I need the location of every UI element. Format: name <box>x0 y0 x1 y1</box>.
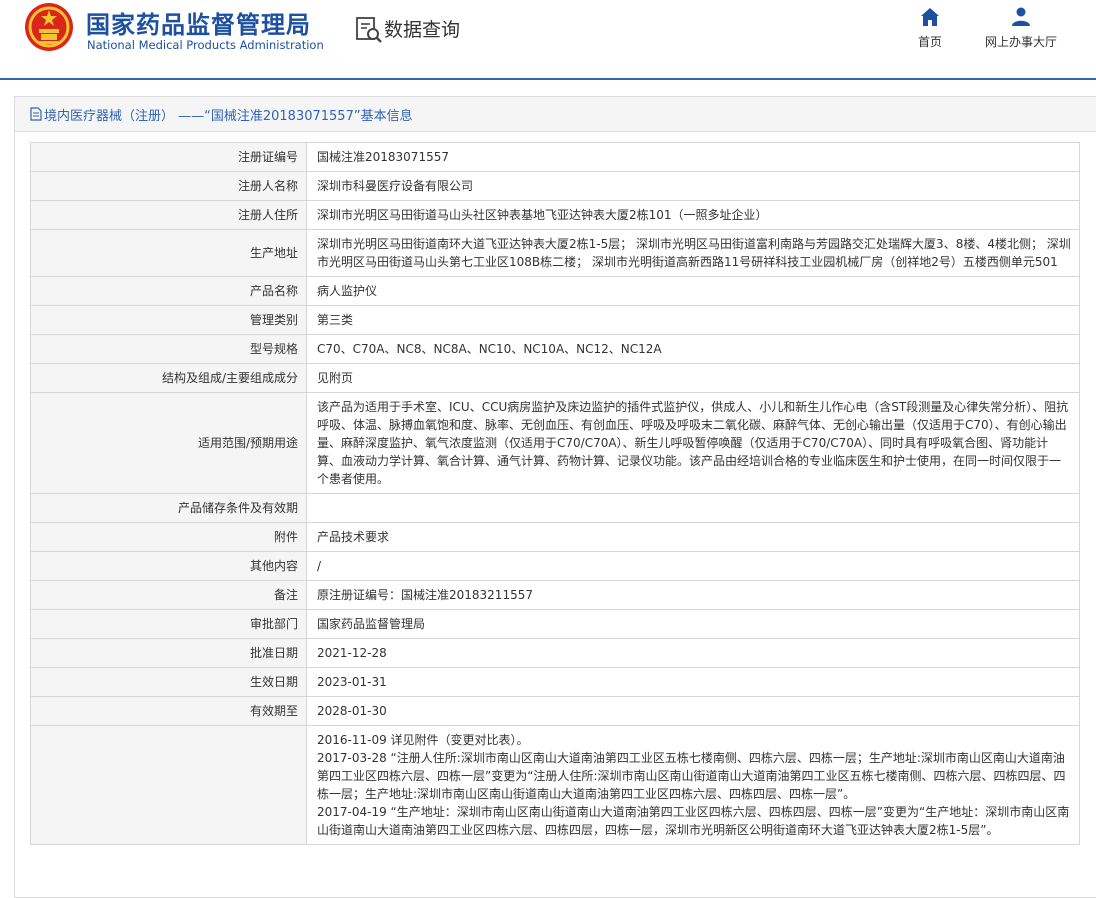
field-label: 型号规格 <box>30 334 307 364</box>
field-value: 深圳市光明区马田街道南环大道飞亚达钟表大厦2栋1-5层； 深圳市光明区马田街道富… <box>306 229 1080 277</box>
field-label <box>30 725 307 845</box>
table-row: 生效日期 2023-01-31 <box>30 667 1080 697</box>
field-label: 有效期至 <box>30 696 307 726</box>
table-row: 产品名称 病人监护仪 <box>30 276 1080 306</box>
change-history-entry: 2017-03-28 “注册人住所:深圳市南山区南山大道南油第四工业区五栋七楼南… <box>317 751 1066 801</box>
field-value: 病人监护仪 <box>306 276 1080 306</box>
breadcrumb: 境内医疗器械（注册） ——“国械注准20183071557”基本信息 <box>15 97 1096 132</box>
user-icon <box>1012 7 1030 26</box>
field-label: 注册人名称 <box>30 171 307 201</box>
field-value: 国械注准20183071557 <box>306 142 1080 172</box>
section-title: 数据查询 <box>384 19 461 41</box>
field-value: 深圳市光明区马田街道马山头社区钟表基地飞亚达钟表大厦2栋101（一照多址企业） <box>306 200 1080 230</box>
site-header: 国家药品监督管理局 National Medical Products Admi… <box>0 0 1096 78</box>
field-value: 国家药品监督管理局 <box>306 609 1080 639</box>
field-label: 结构及组成/主要组成成分 <box>30 363 307 393</box>
header-divider <box>0 78 1096 80</box>
table-row: 注册证编号 国械注准20183071557 <box>30 142 1080 172</box>
field-value: 2023-01-31 <box>306 667 1080 697</box>
change-history-row: 2016-11-09 详见附件（变更对比表）。 2017-03-28 “注册人住所… <box>30 725 1080 845</box>
field-value: 产品技术要求 <box>306 522 1080 552</box>
field-label: 生产地址 <box>30 229 307 277</box>
table-row: 批准日期 2021-12-28 <box>30 638 1080 668</box>
field-value: 深圳市科曼医疗设备有限公司 <box>306 171 1080 201</box>
field-label: 注册人住所 <box>30 200 307 230</box>
home-icon <box>921 8 939 26</box>
field-value <box>306 493 1080 523</box>
document-icon <box>30 107 42 121</box>
nav-home-label: 首页 <box>917 35 942 49</box>
change-history-value: 2016-11-09 详见附件（变更对比表）。 2017-03-28 “注册人住所… <box>306 725 1080 845</box>
field-label: 附件 <box>30 522 307 552</box>
org-name-en: National Medical Products Administration <box>87 38 324 52</box>
breadcrumb-text: 境内医疗器械（注册） ——“国械注准20183071557”基本信息 <box>44 109 413 124</box>
data-query-icon <box>356 17 382 43</box>
nav-online-service-label: 网上办事大厅 <box>984 35 1057 49</box>
field-label: 批准日期 <box>30 638 307 668</box>
national-emblem-icon <box>25 3 73 51</box>
field-value: / <box>306 551 1080 581</box>
table-row: 适用范围/预期用途 该产品为适用于手术室、ICU、CCU病房监护及床边监护的插件式… <box>30 392 1080 494</box>
detail-panel: 境内医疗器械（注册） ——“国械注准20183071557”基本信息 注册证编号… <box>14 96 1096 898</box>
table-row: 附件 产品技术要求 <box>30 522 1080 552</box>
nav-online-service-hall[interactable]: 网上办事大厅 <box>978 6 1064 50</box>
field-value: 2021-12-28 <box>306 638 1080 668</box>
table-row: 型号规格 C70、C70A、NC8、NC8A、NC10、NC10A、NC12、NC… <box>30 334 1080 364</box>
field-value: 2028-01-30 <box>306 696 1080 726</box>
field-value: 该产品为适用于手术室、ICU、CCU病房监护及床边监护的插件式监护仪，供成人、小… <box>306 392 1080 494</box>
registration-info-table: 注册证编号 国械注准20183071557 注册人名称 深圳市科曼医疗设备有限公司 注册… <box>30 142 1080 845</box>
table-row: 结构及组成/主要组成成分 见附页 <box>30 363 1080 393</box>
org-name-cn: 国家药品监督管理局 <box>86 11 311 39</box>
change-history-entry: 2017-04-19 “生产地址：深圳市南山区南山街道南山大道南油第四工业区四栋… <box>317 805 1070 837</box>
table-row: 生产地址 深圳市光明区马田街道南环大道飞亚达钟表大厦2栋1-5层； 深圳市光明区马… <box>30 229 1080 277</box>
table-row: 有效期至 2028-01-30 <box>30 696 1080 726</box>
field-label: 审批部门 <box>30 609 307 639</box>
field-label: 其他内容 <box>30 551 307 581</box>
table-row: 审批部门 国家药品监督管理局 <box>30 609 1080 639</box>
table-row: 注册人名称 深圳市科曼医疗设备有限公司 <box>30 171 1080 201</box>
table-row: 注册人住所 深圳市光明区马田街道马山头社区钟表基地飞亚达钟表大厦2栋101（一照多… <box>30 200 1080 230</box>
table-row: 管理类别 第三类 <box>30 305 1080 335</box>
change-history-entry: 2016-11-09 详见附件（变更对比表）。 <box>317 733 529 747</box>
field-label: 注册证编号 <box>30 142 307 172</box>
field-label: 产品名称 <box>30 276 307 306</box>
field-value: 原注册证编号：国械注准20183211557 <box>306 580 1080 610</box>
field-label: 适用范围/预期用途 <box>30 392 307 494</box>
field-value: 见附页 <box>306 363 1080 393</box>
table-row: 产品储存条件及有效期 <box>30 493 1080 523</box>
nav-home[interactable]: 首页 <box>910 6 950 50</box>
field-value: 第三类 <box>306 305 1080 335</box>
field-label: 生效日期 <box>30 667 307 697</box>
field-label: 管理类别 <box>30 305 307 335</box>
field-value: C70、C70A、NC8、NC8A、NC10、NC10A、NC12、NC12A <box>306 334 1080 364</box>
field-label: 备注 <box>30 580 307 610</box>
table-row: 备注 原注册证编号：国械注准20183211557 <box>30 580 1080 610</box>
table-row: 其他内容 / <box>30 551 1080 581</box>
field-label: 产品储存条件及有效期 <box>30 493 307 523</box>
